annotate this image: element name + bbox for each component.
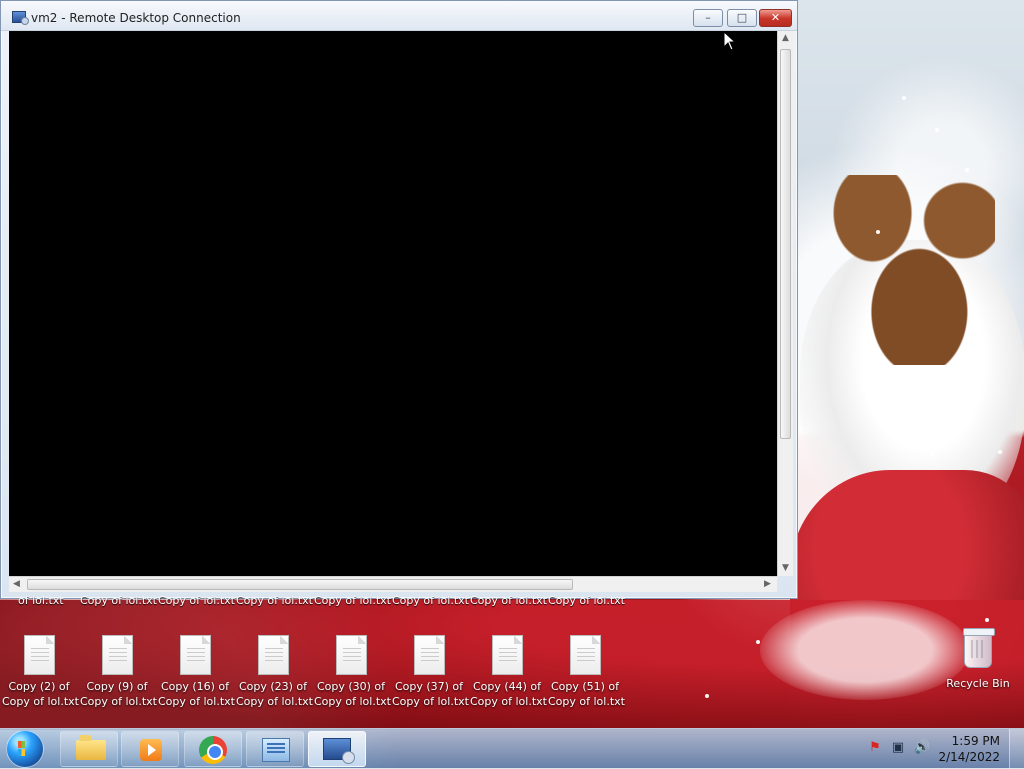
desktop-icons: of lol.txt Copy of lol.txt Copy of lol.t… (0, 0, 1024, 768)
desktop-file-icon[interactable]: Copy (51) of Copy of lol.txt (548, 635, 625, 715)
taskbar-chrome-button[interactable] (184, 731, 242, 767)
desktop-file-label: Copy of lol.txt (314, 695, 391, 708)
show-desktop-button[interactable] (1009, 729, 1024, 769)
taskbar-media-player-button[interactable] (121, 731, 179, 767)
system-tray: ⚑ ▣ 🔊 1:59 PM 2/14/2022 (864, 729, 1024, 769)
desktop-file-label-partial: Copy of lol.txt (392, 594, 469, 607)
taskbar-server-manager-button[interactable] (246, 731, 304, 767)
taskbar-remote-desktop-button[interactable] (308, 731, 366, 767)
media-player-icon (140, 739, 162, 761)
desktop-file-label-partial: Copy of lol.txt (314, 594, 391, 607)
desktop-file-icon[interactable]: Copy (2) of Copy of lol.txt (2, 635, 79, 715)
text-file-icon (257, 635, 289, 675)
desktop-file-icon[interactable]: Copy (16) of Copy of lol.txt (158, 635, 235, 715)
desktop-file-icon[interactable]: Copy (37) of Copy of lol.txt (392, 635, 469, 715)
desktop-file-label-partial: Copy of lol.txt (236, 594, 313, 607)
desktop-file-label-partial: Copy of lol.txt (548, 594, 625, 607)
desktop-file-icon[interactable]: Copy (30) of Copy of lol.txt (314, 635, 391, 715)
desktop-file-label: Copy of lol.txt (236, 695, 313, 708)
recycle-bin-label: Recycle Bin (946, 677, 1010, 690)
desktop-file-label: Copy of lol.txt (158, 695, 235, 708)
desktop-file-label: Copy (2) of (8, 680, 70, 693)
desktop-file-label: Copy (44) of (472, 680, 542, 693)
desktop-file-label-partial: Copy of lol.txt (158, 594, 235, 607)
text-file-icon (179, 635, 211, 675)
text-file-icon (491, 635, 523, 675)
volume-icon[interactable]: 🔊 (914, 741, 930, 755)
text-file-icon (23, 635, 55, 675)
text-file-icon (335, 635, 367, 675)
desktop-file-label: Copy (9) of (86, 680, 148, 693)
desktop-file-label: Copy of lol.txt (548, 695, 625, 708)
desktop-file-icon[interactable]: Copy (9) of Copy of lol.txt (80, 635, 157, 715)
taskbar: ⚑ ▣ 🔊 1:59 PM 2/14/2022 (0, 728, 1024, 769)
desktop-file-label: Copy of lol.txt (392, 695, 469, 708)
text-file-icon (413, 635, 445, 675)
desktop-file-label: Copy of lol.txt (470, 695, 547, 708)
text-file-icon (101, 635, 133, 675)
text-file-icon (569, 635, 601, 675)
recycle-bin[interactable]: Recycle Bin (944, 628, 1012, 691)
desktop-file-label: Copy (37) of (394, 680, 464, 693)
taskbar-explorer-button[interactable] (60, 731, 118, 767)
recycle-bin-icon (963, 628, 995, 668)
network-icon[interactable]: ▣ (891, 741, 905, 755)
action-center-flag-icon[interactable]: ⚑ (868, 741, 882, 755)
desktop-file-label-partial: Copy of lol.txt (470, 594, 547, 607)
desktop-file-label: Copy (51) of (550, 680, 620, 693)
desktop-file-label: Copy of lol.txt (80, 695, 157, 708)
chrome-icon (199, 736, 227, 764)
server-manager-icon (262, 738, 290, 762)
desktop-file-label-partial: Copy of lol.txt (80, 594, 157, 607)
windows-start-icon[interactable] (6, 730, 44, 768)
desktop-file-label: Copy (30) of (316, 680, 386, 693)
clock-date[interactable]: 2/14/2022 (930, 750, 1000, 764)
desktop-file-icon[interactable]: Copy (44) of Copy of lol.txt (470, 635, 547, 715)
desktop-file-icon[interactable]: Copy (23) of Copy of lol.txt (236, 635, 313, 715)
clock-time[interactable]: 1:59 PM (930, 734, 1000, 748)
desktop-file-label: Copy (16) of (160, 680, 230, 693)
folder-icon (76, 735, 106, 760)
desktop-file-label-partial: of lol.txt (18, 594, 64, 607)
desktop-file-label: Copy (23) of (238, 680, 308, 693)
remote-desktop-icon (323, 738, 355, 764)
desktop-file-label: Copy of lol.txt (2, 695, 79, 708)
